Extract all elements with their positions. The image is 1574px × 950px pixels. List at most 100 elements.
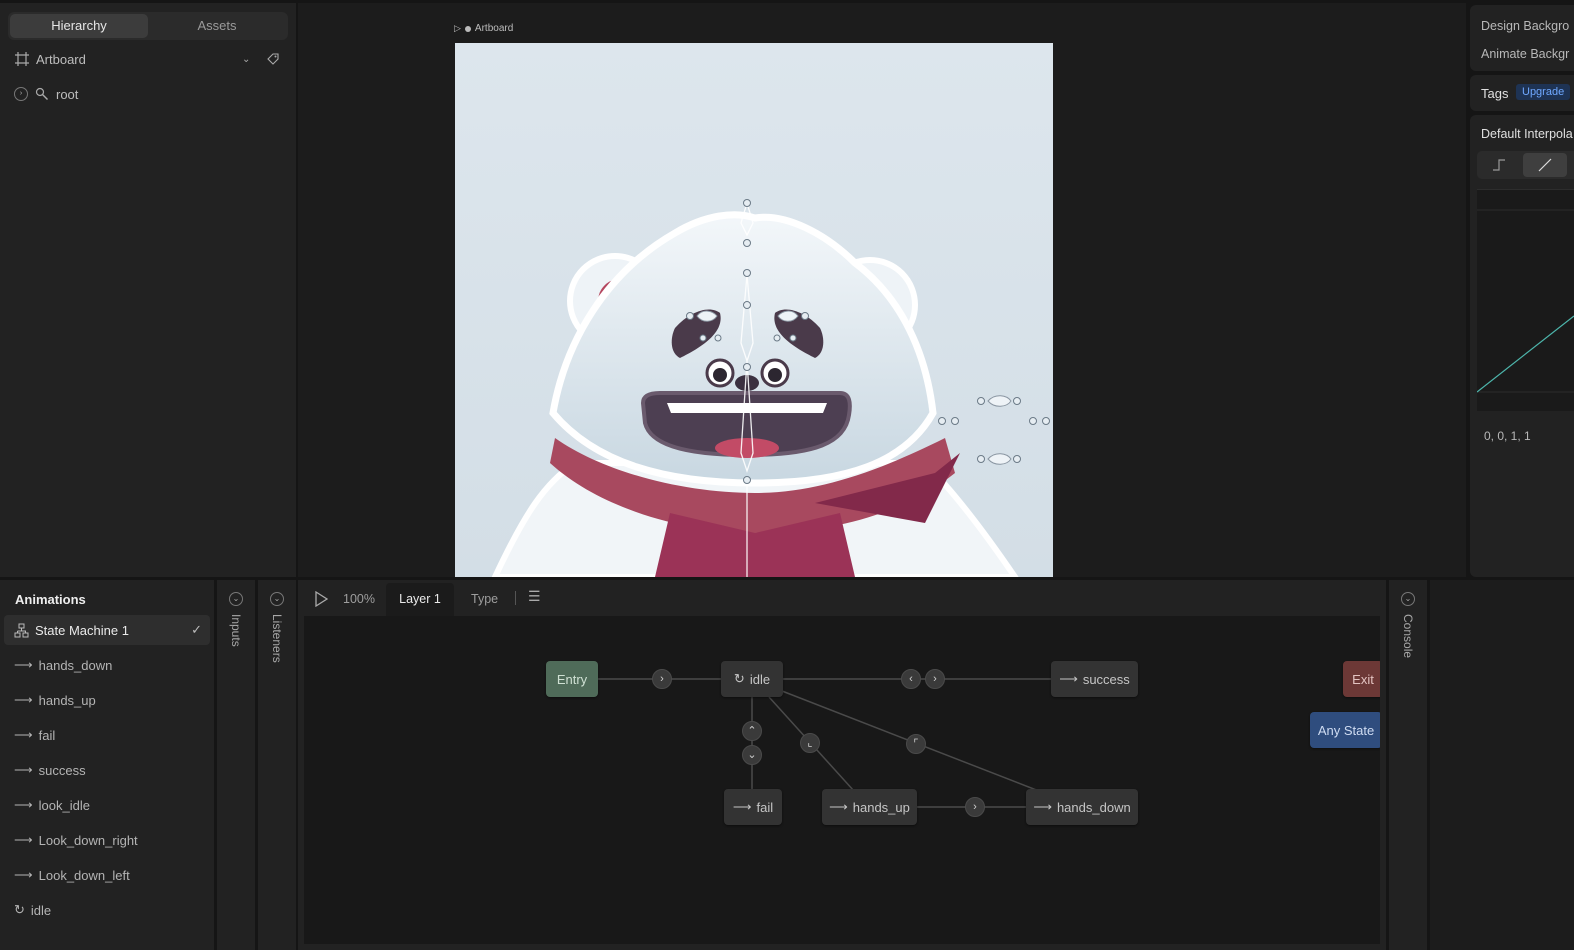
transition-chevron-right-icon[interactable]: › — [965, 797, 985, 817]
anim-item-label: look_idle — [38, 797, 90, 813]
success-node[interactable]: ⟶ success — [1051, 661, 1138, 697]
anim-item-label: State Machine 1 — [35, 622, 129, 638]
transition-diagonal-icon[interactable]: ⌜ — [906, 734, 926, 754]
hands-down-node[interactable]: ⟶ hands_down — [1026, 789, 1138, 825]
state-graph[interactable]: Entry › ↻ idle ‹ › ⟶ success Exit Any Stat… — [304, 616, 1380, 944]
arrow-icon: ⟶ — [14, 727, 33, 742]
hands-up-node[interactable]: ⟶ hands_up — [822, 789, 917, 825]
menu-icon[interactable]: ☰ — [528, 588, 541, 605]
tab-hierarchy[interactable]: Hierarchy — [10, 14, 148, 38]
design-background-label[interactable]: Design Backgro — [1481, 19, 1569, 33]
anim-item-label: hands_down — [38, 657, 113, 673]
anim-item-label: fail — [38, 727, 56, 743]
state-machine-toolbar: 100% Layer 1 Type ☰ — [298, 580, 1386, 616]
console-tab[interactable]: ⌄ Console — [1389, 580, 1427, 950]
inspector-panel: Design Backgro Animate Backgr Tags Upgra… — [1470, 3, 1574, 577]
divider — [515, 591, 516, 605]
tab-type[interactable]: Type — [471, 592, 498, 606]
curve-editor[interactable] — [1476, 189, 1574, 411]
anim-item-label: hands_up — [38, 692, 96, 708]
artboard-title[interactable]: ▷ Artboard — [454, 23, 513, 34]
artboard-row[interactable]: Artboard ⌄ — [14, 48, 284, 70]
chevron-down-icon[interactable]: ⌄ — [242, 54, 250, 65]
anim-item-hands-up[interactable]: ⟶ hands_up — [4, 685, 210, 715]
expand-icon[interactable]: › — [14, 87, 28, 101]
hierarchy-panel: Hierarchy Assets Artboard ⌄ › root — [0, 3, 296, 577]
interpolation-switch — [1477, 151, 1574, 179]
dot-icon — [464, 25, 471, 32]
entry-node[interactable]: Entry — [546, 661, 598, 697]
arrow-icon: ⟶ — [14, 797, 33, 812]
arrow-icon: ⟶ — [829, 799, 848, 814]
entry-label: Entry — [556, 671, 588, 687]
artboard-icon — [15, 52, 29, 66]
arrow-icon: ⟶ — [14, 867, 33, 882]
animations-panel: Animations State Machine 1 ✓ ⟶ hands_down… — [0, 580, 214, 950]
any-state-node[interactable]: Any State — [1310, 712, 1380, 748]
console-label: Console — [1401, 614, 1415, 659]
interpolation-section: Default Interpola 0, 0, 1, 1 — [1470, 115, 1574, 577]
interpolation-label: Default Interpola — [1481, 127, 1573, 141]
anim-item-success[interactable]: ⟶ success — [4, 755, 210, 785]
exit-label: Exit — [1352, 671, 1374, 687]
root-row[interactable]: › root — [14, 83, 78, 105]
anim-item-hands-down[interactable]: ⟶ hands_down — [4, 650, 210, 680]
arrow-icon: ⟶ — [14, 832, 33, 847]
chevron-down-icon[interactable]: ⌄ — [270, 592, 284, 606]
loop-icon: ↻ — [733, 671, 745, 686]
transition-chevron-right-icon[interactable]: › — [652, 669, 672, 689]
anim-item-look-idle[interactable]: ⟶ look_idle — [4, 790, 210, 820]
anim-item-label: idle — [30, 902, 52, 918]
background-section: Design Backgro Animate Backgr — [1470, 5, 1574, 71]
anim-item-state-machine[interactable]: State Machine 1 ✓ — [4, 615, 210, 645]
transition-chevron-left-icon[interactable]: ‹ — [901, 669, 921, 689]
hold-interp-icon[interactable] — [1491, 157, 1507, 176]
curve-graph — [1476, 209, 1574, 393]
artboard[interactable] — [455, 43, 1053, 577]
any-state-label: Any State — [1317, 722, 1375, 738]
anim-item-look-down-right[interactable]: ⟶ Look_down_right — [4, 825, 210, 855]
state-machine-editor: 100% Layer 1 Type ☰ Entry › ↻ idle ‹ › ⟶ s… — [298, 580, 1386, 950]
transition-chevron-down-icon[interactable]: ⌄ — [742, 745, 762, 765]
exit-node[interactable]: Exit — [1343, 661, 1380, 697]
check-icon: ✓ — [191, 622, 202, 637]
curve-values: 0, 0, 1, 1 — [1484, 429, 1531, 443]
animate-background-label[interactable]: Animate Backgr — [1481, 47, 1569, 61]
arrow-icon: ⟶ — [14, 762, 33, 777]
upgrade-badge[interactable]: Upgrade — [1516, 84, 1571, 100]
zoom-level[interactable]: 100% — [343, 592, 375, 606]
anim-item-fail[interactable]: ⟶ fail — [4, 720, 210, 750]
anim-item-idle[interactable]: ↻ idle — [4, 895, 210, 925]
anim-item-label: Look_down_left — [38, 867, 130, 883]
empty-side-panel — [1430, 580, 1574, 950]
anim-item-look-down-left[interactable]: ⟶ Look_down_left — [4, 860, 210, 890]
arrow-icon: ⟶ — [732, 799, 752, 814]
artboard-title-text: Artboard — [474, 23, 514, 34]
idle-label: idle — [749, 671, 771, 687]
tags-section: Tags Upgrade — [1470, 75, 1574, 111]
chevron-down-icon[interactable]: ⌄ — [229, 592, 243, 606]
hierarchy-tab-switch: Hierarchy Assets — [8, 12, 288, 40]
success-label: success — [1082, 671, 1130, 687]
hands-up-label: hands_up — [852, 799, 910, 815]
linear-interp-icon[interactable] — [1523, 153, 1567, 177]
idle-node[interactable]: ↻ idle — [721, 661, 783, 697]
listeners-tab[interactable]: ⌄ Listeners — [258, 580, 296, 950]
fail-node[interactable]: ⟶ fail — [724, 789, 782, 825]
artboard-label: Artboard — [36, 51, 86, 67]
inputs-tab[interactable]: ⌄ Inputs — [217, 580, 255, 950]
transition-chevron-up-icon[interactable]: ⌃ — [742, 721, 762, 741]
tag-icon[interactable] — [266, 52, 280, 66]
play-icon[interactable]: ▷ — [454, 23, 461, 34]
tags-label: Tags — [1481, 86, 1509, 101]
loop-icon: ↻ — [14, 902, 25, 917]
tab-layer-1[interactable]: Layer 1 — [386, 583, 454, 616]
inputs-label: Inputs — [229, 614, 243, 647]
play-icon[interactable] — [314, 591, 328, 607]
tab-assets[interactable]: Assets — [148, 14, 286, 38]
state-machine-icon — [14, 623, 29, 637]
chevron-down-icon[interactable]: ⌄ — [1401, 592, 1415, 606]
transition-diagonal-icon[interactable]: ⌞ — [800, 733, 820, 753]
bear-illustration[interactable] — [455, 43, 1053, 577]
transition-chevron-right-icon[interactable]: › — [925, 669, 945, 689]
